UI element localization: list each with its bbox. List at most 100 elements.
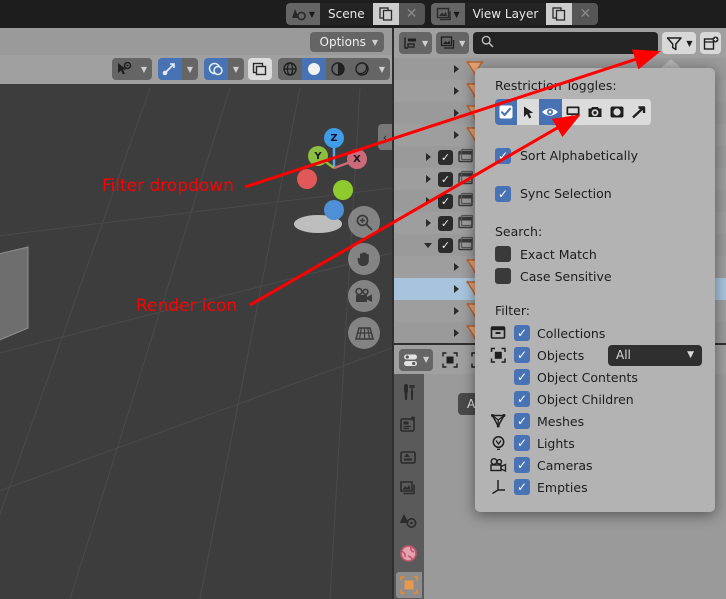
row-expand-triangle[interactable] [450,129,462,141]
filter-option-row[interactable]: ✓ Meshes [475,410,715,432]
filter-checkbox[interactable]: ✓ [514,435,530,451]
overlay-dropdown[interactable]: ▼ [228,58,244,80]
row-expand-triangle[interactable] [450,261,462,273]
filter-option-row[interactable]: ✓ Objects All ▼ [475,344,715,366]
exact-match-row[interactable]: Exact Match [475,243,715,265]
sort-alphabetically-checkbox[interactable]: ✓ [495,147,511,164]
viewlayer-new-copy-button[interactable] [546,3,573,25]
perspective-toggle-icon[interactable] [348,317,380,349]
viewlayer-remove-button[interactable]: ✕ [572,3,599,25]
gizmo-dropdown[interactable]: ▼ [182,58,198,80]
filter-option-row[interactable]: ✓ Cameras [475,454,715,476]
gizmo-neg-z-ball[interactable] [324,200,344,220]
filter-checkbox[interactable]: ✓ [514,479,530,495]
view-layer-name[interactable]: View Layer [464,3,547,25]
filter-checkbox[interactable]: ✓ [514,413,530,429]
properties-tab-output[interactable] [396,444,422,470]
scene-datablock[interactable]: ▼ Scene ✕ [286,3,425,25]
material-preview-button[interactable] [326,58,350,80]
search-input[interactable] [500,36,651,50]
row-expand-triangle[interactable] [450,107,462,119]
camera-view-icon[interactable] [348,280,380,312]
scene-icon[interactable]: ▼ [286,3,320,25]
row-checkbox[interactable]: ✓ [438,149,453,165]
case-sensitive-checkbox[interactable] [495,268,511,284]
toggle-xray-button[interactable] [248,58,272,80]
properties-tab-tool[interactable] [396,380,422,406]
restrict-indirect-only-toggle[interactable] [628,99,651,125]
restrict-enable-toggle[interactable] [495,99,518,125]
row-expand-triangle[interactable] [422,217,434,229]
row-expand-triangle[interactable] [422,173,434,185]
gizmo-neg-x-ball[interactable] [297,169,317,189]
show-gizmo-button[interactable] [158,58,182,80]
gizmo-y-ball[interactable]: Y [308,146,328,166]
properties-editor-icon[interactable]: ▼ [399,348,434,371]
restrict-holdout-toggle[interactable] [605,99,629,125]
restrict-disable-viewports-toggle[interactable] [561,99,584,125]
scene-new-copy-button[interactable] [372,3,399,25]
properties-tab-view-layer[interactable] [396,476,422,502]
filter-checkbox[interactable]: ✓ [514,369,530,385]
filter-checkbox[interactable]: ✓ [514,457,530,473]
exact-match-checkbox[interactable] [495,246,511,262]
viewlayer-datablock[interactable]: ▼ View Layer ✕ [430,3,599,25]
properties-tab-render[interactable] [396,412,422,438]
filter-option-row[interactable]: ✓ Object Contents [475,366,715,388]
gizmo-z-ball[interactable]: Z [324,128,344,148]
navigation-gizmo[interactable]: Z Y X [286,124,367,220]
show-overlays-button[interactable] [204,58,228,80]
row-expand-triangle[interactable] [422,151,434,163]
filter-option-row[interactable]: ✓ Object Children [475,388,715,410]
gizmo-x-ball[interactable]: X [347,149,367,169]
filter-checkbox[interactable]: ✓ [514,391,530,407]
row-expand-triangle[interactable] [450,327,462,339]
row-expand-triangle[interactable] [422,239,434,251]
properties-tab-object[interactable] [396,572,422,598]
row-expand-triangle[interactable] [422,195,434,207]
rendered-shading-button[interactable] [350,58,374,80]
row-checkbox[interactable]: ✓ [438,193,453,209]
objects-filter-select[interactable]: All ▼ [608,344,702,366]
filter-option-row[interactable]: ✓ Empties [475,476,715,498]
new-collection-button[interactable] [700,32,721,54]
properties-breadcrumb-object-icon[interactable] [438,349,462,371]
viewport-options-button[interactable]: Options ▼ [309,32,384,52]
filter-dropdown-button[interactable]: ▼ [662,32,697,54]
object-visibility-button[interactable] [112,58,136,80]
restrict-select-toggle[interactable] [517,99,540,125]
case-sensitive-row[interactable]: Case Sensitive [475,265,715,287]
scene-unlink-button[interactable]: ✕ [398,3,425,25]
filter-checkbox[interactable]: ✓ [514,347,530,363]
row-expand-triangle[interactable] [450,283,462,295]
shading-dropdown[interactable]: ▼ [374,58,390,80]
view-layer-icon[interactable]: ▼ [430,3,465,25]
outliner-search-box[interactable] [473,32,659,54]
restrict-disable-render-toggle[interactable] [583,99,606,125]
outliner-display-mode-icon[interactable]: ▼ [399,32,433,54]
gizmo-neg-y-ball[interactable] [333,180,353,200]
scene-name[interactable]: Scene [320,3,373,25]
properties-tab-scene[interactable] [396,508,422,534]
sync-selection-checkbox[interactable]: ✓ [495,185,511,202]
properties-tab-world[interactable] [396,540,422,566]
outliner-filter-id-icon[interactable]: ▼ [436,32,470,54]
filter-option-row[interactable]: ✓ Collections [475,322,715,344]
outliner-filter-popup[interactable]: Restriction Toggles: ✓ Sort Alphabetical… [475,68,715,512]
row-checkbox[interactable]: ✓ [438,215,453,231]
solid-shading-button[interactable] [302,58,326,80]
visibility-dropdown[interactable]: ▼ [136,58,152,80]
filter-checkbox[interactable]: ✓ [514,325,530,341]
row-checkbox[interactable]: ✓ [438,237,453,253]
filter-option-row[interactable]: ✓ Lights [475,432,715,454]
zoom-icon[interactable] [348,206,380,238]
viewport-sidebar-toggle[interactable]: ‹ [378,124,392,150]
pan-hand-icon[interactable] [348,243,380,275]
row-expand-triangle[interactable] [450,63,462,75]
sort-alphabetically-row[interactable]: ✓ Sort Alphabetically [475,141,715,170]
row-checkbox[interactable]: ✓ [438,171,453,187]
row-expand-triangle[interactable] [450,85,462,97]
sync-selection-row[interactable]: ✓ Sync Selection [475,179,715,208]
wireframe-shading-button[interactable] [278,58,302,80]
restrict-hide-viewport-toggle[interactable] [539,99,562,125]
